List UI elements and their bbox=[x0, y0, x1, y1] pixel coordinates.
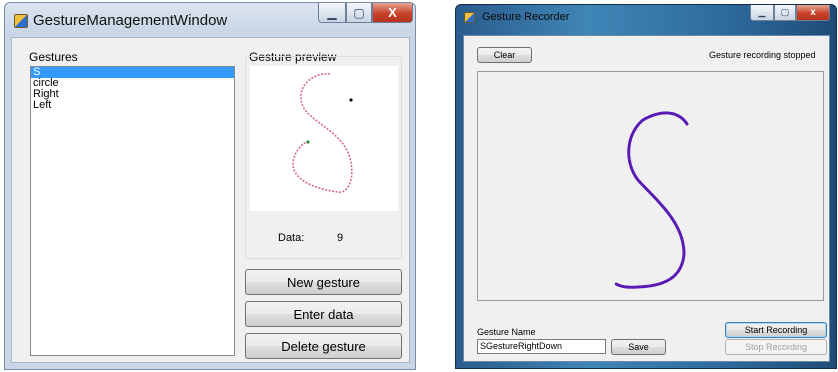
close-button[interactable]: X bbox=[372, 3, 413, 23]
management-client-area: Gestures Scircle Right Left Gesture previe… bbox=[11, 37, 410, 363]
maximize-button[interactable]: ▢ bbox=[774, 5, 796, 21]
save-button[interactable]: Save bbox=[611, 339, 666, 355]
recorded-gesture-drawing bbox=[614, 111, 689, 289]
minimize-icon: ▁ bbox=[758, 7, 766, 17]
gesture-name-input[interactable]: SGestureRightDown bbox=[477, 339, 606, 354]
list-item[interactable]: S bbox=[31, 67, 234, 78]
close-icon: X bbox=[388, 5, 397, 20]
gestures-list[interactable]: Scircle Right Left bbox=[30, 66, 235, 356]
maximize-icon: ▢ bbox=[780, 7, 790, 17]
gesture-management-window: GestureManagementWindow ▁ ▢ X Gestures S… bbox=[4, 2, 416, 370]
list-item[interactable]: Left bbox=[31, 100, 234, 111]
recorder-client-area: Clear Gesture recording stopped Gesture … bbox=[463, 35, 830, 362]
new-gesture-button[interactable]: New gesture bbox=[245, 269, 402, 295]
list-item[interactable]: Right bbox=[31, 89, 234, 100]
start-recording-button[interactable]: Start Recording bbox=[725, 322, 827, 338]
clear-button[interactable]: Clear bbox=[477, 47, 532, 63]
gestures-label: Gestures bbox=[29, 50, 78, 64]
stroke-end-point bbox=[349, 98, 353, 102]
gesture-preview-drawing bbox=[292, 73, 353, 193]
close-button[interactable]: x bbox=[796, 5, 830, 21]
minimize-icon: ▁ bbox=[327, 5, 337, 20]
minimize-button[interactable]: ▁ bbox=[318, 3, 346, 23]
delete-gesture-button[interactable]: Delete gesture bbox=[245, 333, 402, 359]
gesture-drawing-canvas[interactable] bbox=[477, 71, 824, 301]
gesture-recorder-window: Gesture Recorder ▁ ▢ x Clear Gesture rec… bbox=[455, 4, 837, 369]
data-value: 9 bbox=[337, 232, 344, 244]
minimize-button[interactable]: ▁ bbox=[750, 5, 774, 21]
app-icon bbox=[464, 12, 475, 23]
gesture-preview-canvas bbox=[250, 66, 398, 211]
enter-data-button[interactable]: Enter data bbox=[245, 301, 402, 327]
stop-recording-button[interactable]: Stop Recording bbox=[725, 339, 827, 355]
gesture-stroke bbox=[614, 111, 689, 289]
gesture-name-label: Gesture Name bbox=[477, 327, 536, 337]
data-label: Data: bbox=[278, 232, 305, 244]
maximize-icon: ▢ bbox=[353, 5, 365, 20]
close-icon: x bbox=[810, 7, 816, 18]
window-title: GestureManagementWindow bbox=[33, 12, 228, 29]
stroke-start-point bbox=[306, 140, 310, 144]
recording-status: Gesture recording stopped bbox=[709, 50, 816, 60]
app-icon bbox=[14, 14, 28, 28]
window-title: Gesture Recorder bbox=[482, 11, 570, 23]
list-item[interactable]: circle bbox=[31, 78, 234, 89]
maximize-button[interactable]: ▢ bbox=[346, 3, 372, 23]
gesture-stroke bbox=[292, 73, 353, 193]
